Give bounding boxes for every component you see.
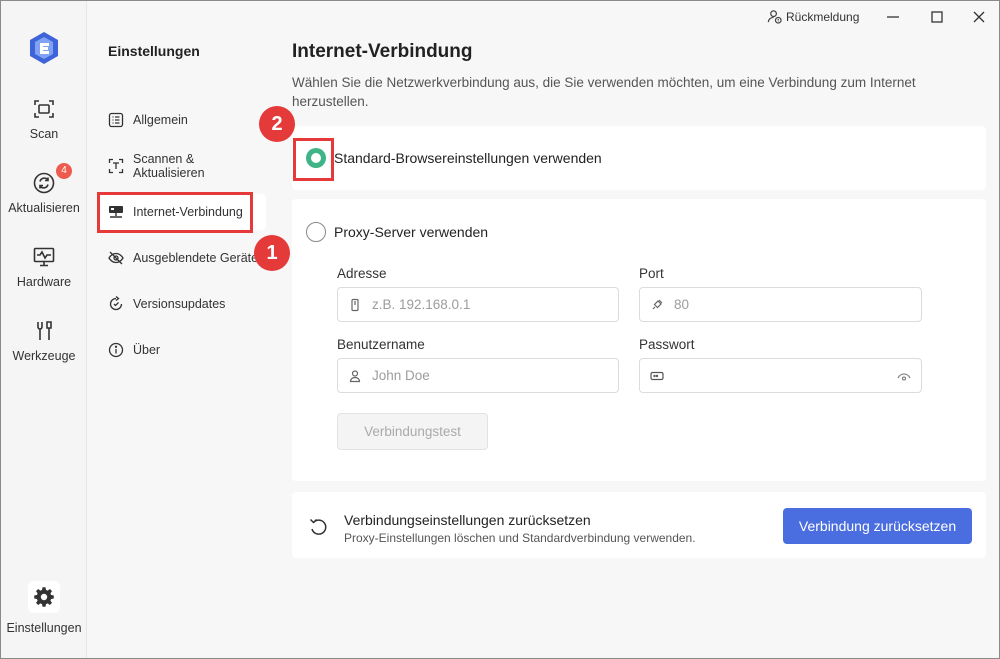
app-logo-icon bbox=[30, 32, 58, 64]
rail-item-label: Werkzeuge bbox=[12, 349, 76, 363]
list-icon bbox=[108, 112, 124, 128]
username-input[interactable] bbox=[372, 368, 572, 383]
refresh-icon bbox=[33, 172, 55, 194]
connection-test-button[interactable]: Verbindungstest bbox=[337, 413, 488, 450]
left-rail: Scan 4 Aktualisieren Hardware Werkzeuge bbox=[1, 1, 87, 658]
feedback-button[interactable]: Rückmeldung bbox=[767, 9, 859, 24]
maximize-icon[interactable] bbox=[927, 7, 947, 27]
settings-icon-box bbox=[28, 581, 60, 613]
gear-icon bbox=[34, 587, 54, 607]
rail-item-label: Einstellungen bbox=[6, 621, 82, 635]
address-input[interactable] bbox=[372, 297, 572, 312]
nav-item-label: Allgemein bbox=[133, 113, 188, 127]
nav-item-about[interactable]: Über bbox=[98, 332, 266, 368]
page-description: Wählen Sie die Netzwerkverbindung aus, d… bbox=[292, 75, 916, 109]
rail-item-label: Hardware bbox=[16, 275, 72, 289]
reset-subtitle: Proxy-Einstellungen löschen und Standard… bbox=[344, 531, 696, 545]
rail-item-label: Aktualisieren bbox=[8, 201, 80, 215]
eye-off-icon bbox=[108, 251, 124, 265]
tools-icon bbox=[37, 321, 52, 340]
nav-item-label: Über bbox=[133, 343, 161, 357]
address-label: Adresse bbox=[337, 266, 387, 281]
rail-item-tools[interactable]: Werkzeuge bbox=[1, 319, 87, 363]
show-password-icon[interactable] bbox=[897, 370, 911, 384]
nav-item-scan-update[interactable]: Scannen & Aktualisieren bbox=[98, 148, 266, 184]
nav-item-label: Ausgeblendete Geräte bbox=[133, 251, 259, 265]
device-icon bbox=[351, 298, 359, 311]
password-field[interactable] bbox=[639, 358, 922, 393]
rail-item-scan[interactable]: Scan bbox=[1, 97, 87, 141]
radio-proxy-label[interactable]: Proxy-Server verwenden bbox=[334, 224, 488, 240]
annotation-frame-radio bbox=[293, 138, 334, 181]
radio-default-browser-label[interactable]: Standard-Browsereinstellungen verwenden bbox=[334, 150, 602, 166]
username-field[interactable] bbox=[337, 358, 619, 393]
password-icon bbox=[650, 371, 664, 380]
info-icon bbox=[108, 342, 124, 358]
close-icon[interactable] bbox=[969, 7, 989, 27]
annotation-step-1: 1 bbox=[254, 235, 290, 271]
port-input[interactable] bbox=[674, 297, 874, 312]
nav-item-label: Scannen & Aktualisieren bbox=[133, 152, 205, 180]
rail-item-update[interactable]: 4 Aktualisieren bbox=[1, 163, 87, 215]
nav-item-version-updates[interactable]: Versionsupdates bbox=[98, 286, 266, 322]
annotation-frame-nav bbox=[97, 192, 253, 233]
minimize-icon[interactable] bbox=[883, 7, 903, 27]
port-label: Port bbox=[639, 266, 664, 281]
reset-connection-button[interactable]: Verbindung zurücksetzen bbox=[783, 508, 972, 544]
page-title: Internet-Verbindung bbox=[292, 41, 473, 62]
monitor-icon bbox=[33, 247, 55, 267]
rail-item-hardware[interactable]: Hardware bbox=[1, 245, 87, 289]
user-icon bbox=[349, 369, 361, 382]
settings-nav: Einstellungen Allgemein Scannen & Aktual… bbox=[88, 1, 268, 658]
username-label: Benutzername bbox=[337, 337, 425, 352]
address-field[interactable] bbox=[337, 287, 619, 322]
update-icon bbox=[109, 296, 123, 311]
nav-item-hidden-devices[interactable]: Ausgeblendete Geräte bbox=[98, 240, 266, 276]
feedback-icon bbox=[767, 10, 782, 24]
reset-title: Verbindungseinstellungen zurücksetzen bbox=[344, 512, 591, 528]
annotation-step-2: 2 bbox=[259, 106, 295, 142]
nav-title: Einstellungen bbox=[108, 43, 200, 59]
password-input[interactable] bbox=[674, 368, 874, 383]
undo-icon bbox=[309, 518, 327, 535]
app-window: Scan 4 Aktualisieren Hardware Werkzeuge bbox=[0, 0, 1000, 659]
scan-icon bbox=[34, 100, 54, 118]
text-scan-icon bbox=[108, 158, 124, 174]
radio-proxy[interactable] bbox=[306, 222, 326, 242]
feedback-label: Rückmeldung bbox=[786, 9, 860, 24]
rail-item-label: Scan bbox=[29, 127, 59, 141]
plug-icon bbox=[652, 299, 663, 309]
rail-item-settings[interactable]: Einstellungen bbox=[1, 581, 87, 635]
password-label: Passwort bbox=[639, 337, 695, 352]
nav-item-label: Versionsupdates bbox=[133, 297, 226, 311]
update-count-badge: 4 bbox=[56, 163, 72, 179]
port-field[interactable] bbox=[639, 287, 922, 322]
nav-item-general[interactable]: Allgemein bbox=[98, 102, 266, 138]
